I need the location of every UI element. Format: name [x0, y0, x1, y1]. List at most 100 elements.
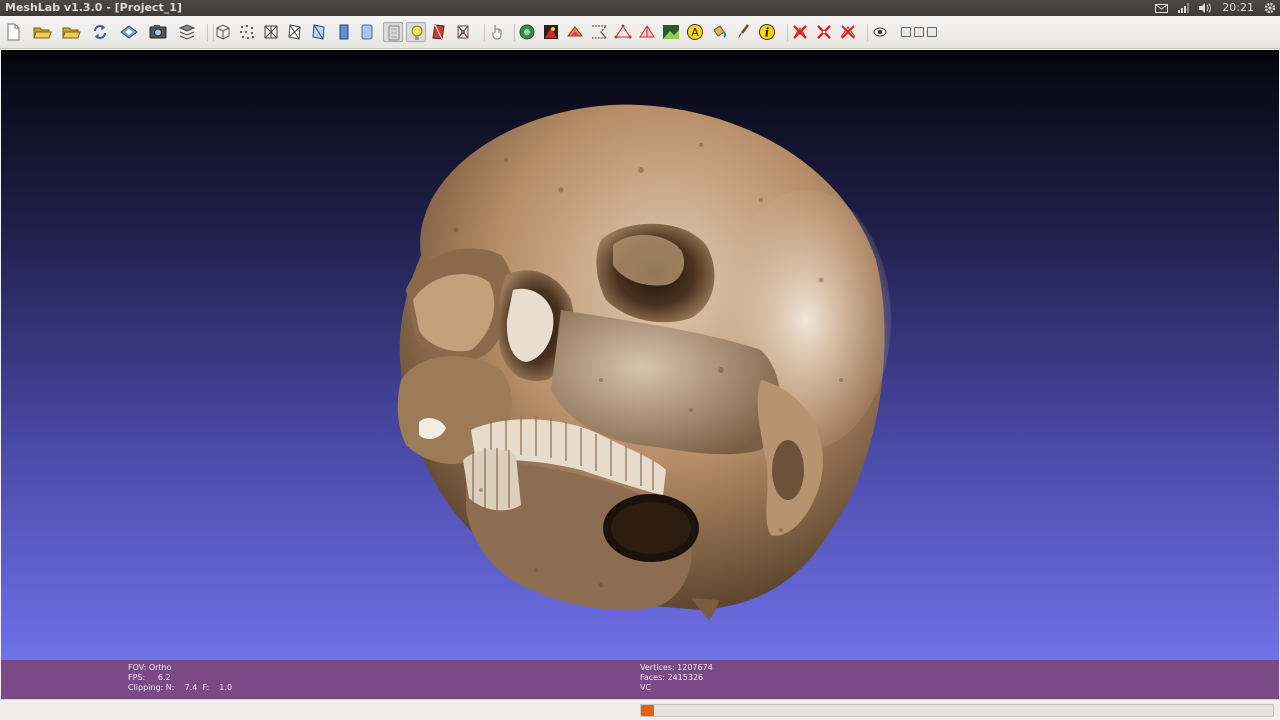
toolbar-minimize-icon[interactable] [901, 27, 911, 37]
settings-gear-icon[interactable] [1264, 2, 1276, 14]
paint-icon [544, 25, 558, 39]
select-faces-button[interactable] [565, 22, 585, 42]
open-project-button[interactable] [32, 22, 52, 42]
title-bar: MeshLab v1.3.0 - [Project_1] 20:21 [0, 0, 1280, 16]
hidden-lines-render-button[interactable] [285, 22, 305, 42]
toolbar-close-icon[interactable] [927, 27, 937, 37]
3d-viewport[interactable] [1, 50, 1279, 660]
window-title: MeshLab v1.3.0 - [Project_1] [5, 1, 182, 14]
delete-vertices-button[interactable] [814, 22, 834, 42]
view-info: FOV: Ortho FPS: 6.2 Clipping: N: 7.4 F: … [128, 663, 232, 693]
reload-button[interactable] [90, 22, 110, 42]
mesh-info: Vertices: 1207674 Faces: 2415326 VC [640, 663, 713, 693]
toolbar-separator [514, 24, 515, 41]
texture-icon [388, 25, 400, 41]
wireframe-icon [264, 25, 278, 39]
faces-label: Faces: 2415326 [640, 673, 704, 682]
raster-image-icon [663, 25, 679, 39]
toolbar-separator [787, 24, 788, 41]
texture-render-button[interactable] [383, 22, 403, 42]
main-toolbar: Ai [0, 16, 1280, 49]
network-signal-icon[interactable] [1178, 3, 1190, 13]
fov-label: FOV: Ortho [128, 663, 172, 672]
svg-text:i: i [765, 26, 770, 40]
clock[interactable]: 20:21 [1222, 0, 1254, 16]
paint-bucket-icon [713, 25, 726, 38]
clipping-label: Clipping: N: 7.4 F: 1.0 [128, 683, 233, 692]
flat-shading-icon [339, 24, 349, 40]
color-mode-icon [457, 25, 469, 39]
raster-button[interactable] [661, 22, 681, 42]
info-bar: FOV: Ortho FPS: 6.2 Clipping: N: 7.4 F: … [1, 660, 1279, 699]
pick-points-icon [614, 24, 632, 39]
import-mesh-button[interactable] [61, 22, 81, 42]
flat-lines-render-button[interactable] [309, 22, 329, 42]
color-mode-button[interactable] [453, 22, 473, 42]
pick-points-button[interactable] [613, 22, 633, 42]
eye-icon [873, 27, 887, 37]
save-disk-icon [120, 25, 138, 39]
hand-cursor-icon [492, 25, 502, 40]
skull-mesh[interactable] [1, 50, 1279, 660]
layers-icon [178, 24, 196, 40]
toolbar-separator [207, 24, 208, 41]
delete-selection-button[interactable] [838, 22, 858, 42]
bbox-render-button[interactable] [213, 22, 233, 42]
bounding-box-icon [216, 24, 230, 40]
points-render-button[interactable] [237, 22, 257, 42]
info-icon: i [759, 24, 775, 40]
wireframe-render-button[interactable] [261, 22, 281, 42]
annotation-a-icon: A [687, 24, 703, 40]
fps-label: FPS: 6.2 [128, 673, 171, 682]
system-tray: 20:21 [1155, 0, 1276, 16]
svg-text:A: A [691, 26, 699, 39]
vertices-label: Vertices: 1207674 [640, 663, 713, 672]
layers-button[interactable] [177, 22, 197, 42]
delete-selection-icon [840, 25, 856, 39]
select-vertices-icon [639, 25, 655, 38]
flat-lines-icon [312, 24, 325, 40]
hidden-lines-icon [288, 24, 301, 40]
export-mesh-button[interactable] [119, 22, 139, 42]
backface-button[interactable] [429, 22, 449, 42]
toolbar-separator [867, 24, 868, 41]
snapshot-button[interactable] [148, 22, 168, 42]
brush-icon [738, 24, 749, 39]
annotate-button[interactable]: A [685, 22, 705, 42]
brush-button[interactable] [733, 22, 753, 42]
smooth-shading-icon [361, 24, 373, 40]
progress-fill [641, 705, 654, 716]
volume-icon[interactable] [1199, 3, 1212, 13]
view-options-button[interactable] [870, 22, 890, 42]
progress-bar [640, 704, 1274, 717]
status-bar [0, 699, 1280, 720]
select-faces-icon [566, 26, 584, 37]
camera-icon [149, 25, 167, 39]
delete-vertices-icon [817, 25, 831, 39]
paint-tool-button[interactable] [541, 22, 561, 42]
align-tool-button[interactable] [517, 22, 537, 42]
toolbar-separator [484, 24, 485, 41]
delete-faces-button[interactable] [790, 22, 810, 42]
measure-tool-button[interactable] [589, 22, 609, 42]
manipulator-button[interactable] [487, 22, 507, 42]
smooth-render-button[interactable] [357, 22, 377, 42]
toolbar-restore-icon[interactable] [914, 27, 924, 37]
info-button[interactable]: i [757, 22, 777, 42]
reload-arrows-icon [94, 25, 106, 39]
light-bulb-icon [411, 25, 423, 40]
select-vertices-button[interactable] [637, 22, 657, 42]
open-folder-icon [62, 27, 81, 39]
delete-faces-icon [793, 25, 807, 39]
paint-bucket-button[interactable] [709, 22, 729, 42]
backface-icon [432, 24, 445, 40]
new-project-button[interactable] [3, 22, 23, 42]
flat-render-button[interactable] [334, 22, 354, 42]
measure-icon [592, 25, 608, 39]
blank-page-icon [7, 23, 20, 41]
lighting-button[interactable] [406, 22, 426, 42]
align-icon [519, 24, 535, 40]
points-icon [240, 25, 254, 39]
mail-icon[interactable] [1155, 3, 1169, 13]
open-folder-icon [33, 27, 52, 39]
